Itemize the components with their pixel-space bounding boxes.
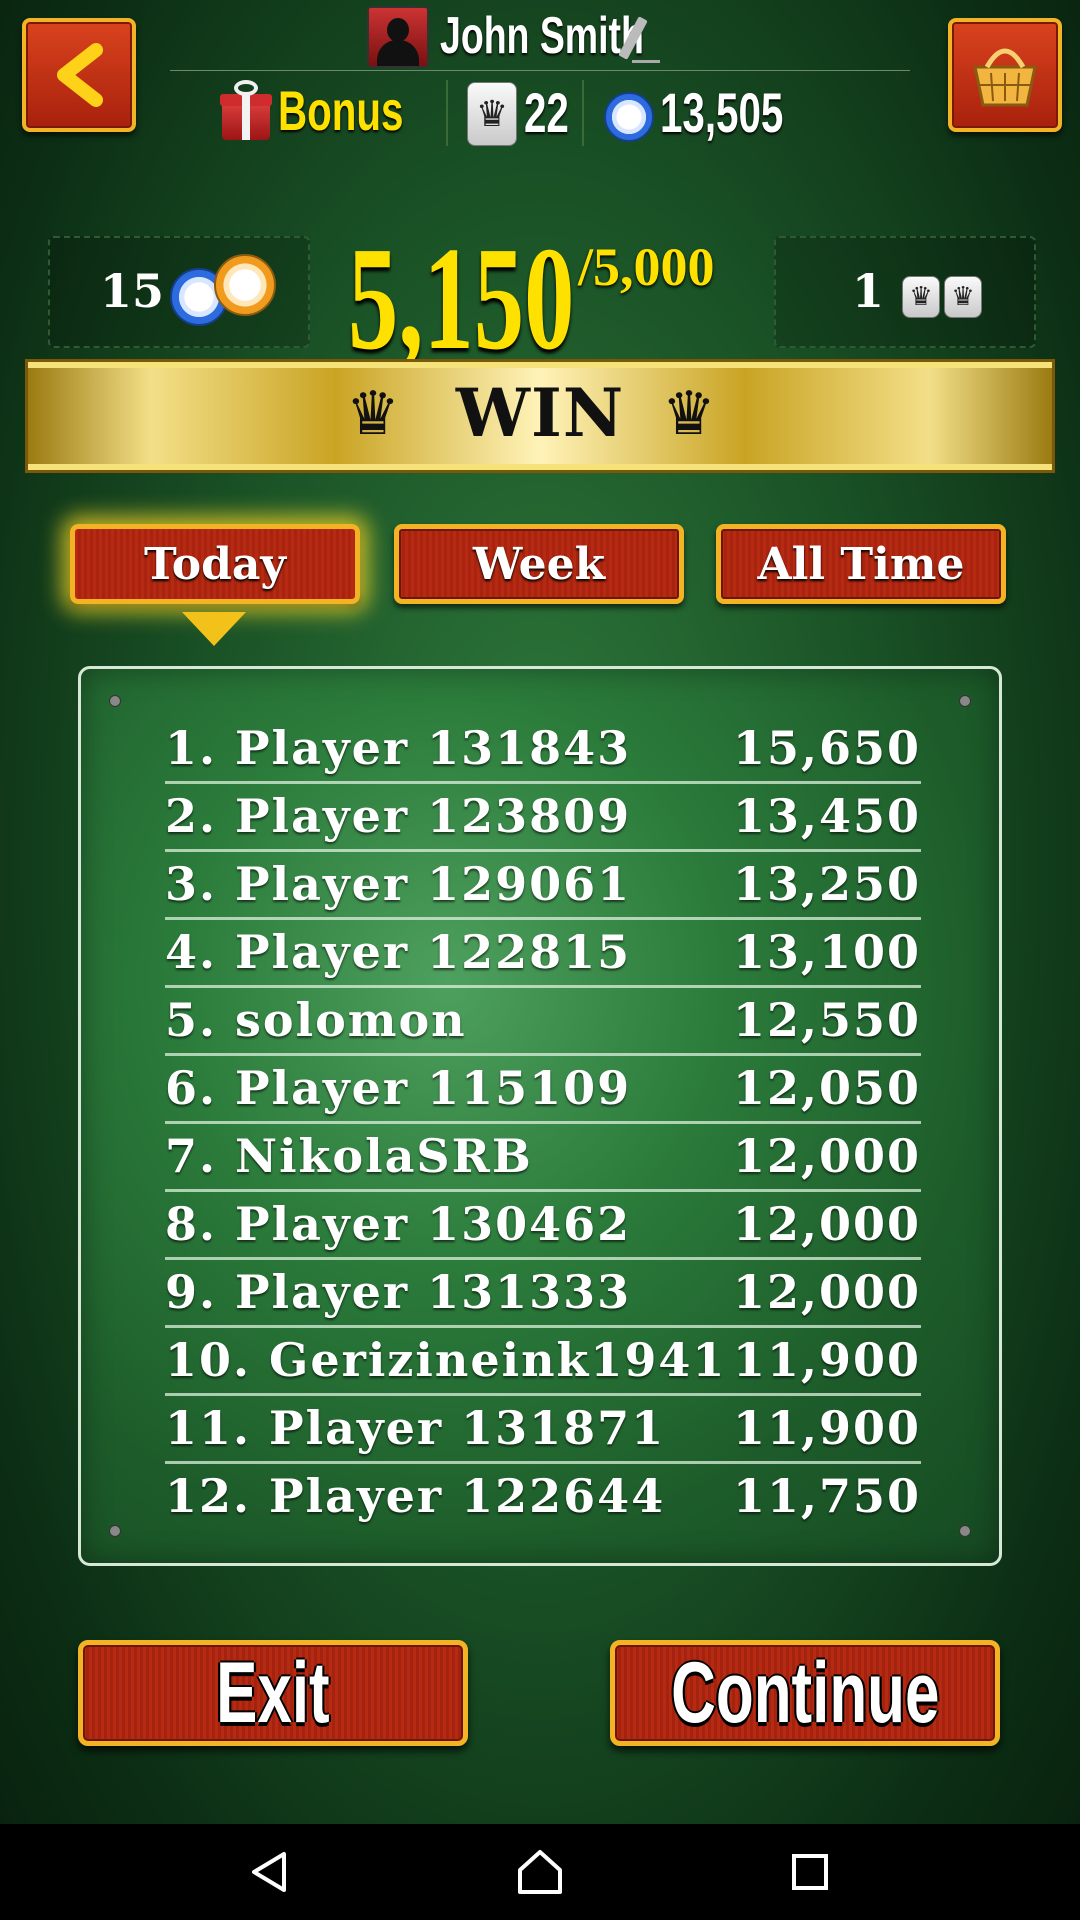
wins-box: 1 ♛ ♛ (774, 236, 1036, 348)
player-score: 15,650 (732, 721, 921, 775)
crown-icon: ♛ (662, 379, 716, 449)
back-button[interactable] (22, 18, 136, 132)
player-score: 11,900 (732, 1333, 921, 1387)
leaderboard-row: 1. Player 131843 15,650 (165, 713, 921, 784)
player-score: 13,100 (732, 925, 921, 979)
poker-chip-icon (604, 92, 654, 142)
nav-home-button[interactable] (480, 1824, 600, 1920)
leaderboard-row: 10. Gerizineink1941 11,900 (165, 1325, 921, 1396)
player-score: 11,900 (732, 1401, 921, 1455)
active-tab-pointer (182, 612, 246, 646)
leaderboard-row: 5. solomon 12,550 (165, 985, 921, 1056)
exit-button[interactable]: Exit (78, 1640, 468, 1746)
player-name: 10. Gerizineink1941 (165, 1333, 727, 1387)
player-name: 2. Player 123809 (165, 789, 632, 843)
player-score: 12,000 (732, 1129, 921, 1183)
leaderboard-row: 6. Player 115109 12,050 (165, 1053, 921, 1124)
player-name: 5. solomon (165, 993, 467, 1047)
player-name: 11. Player 131871 (165, 1401, 666, 1455)
nav-back-button[interactable] (210, 1824, 330, 1920)
gift-icon (220, 80, 272, 140)
leaderboard-row: 11. Player 131871 11,900 (165, 1393, 921, 1464)
home-icon (518, 1850, 562, 1894)
leaderboard-row: 8. Player 130462 12,000 (165, 1189, 921, 1260)
exit-label: Exit (216, 1644, 330, 1741)
tab-week[interactable]: Week (394, 524, 684, 604)
player-name: 3. Player 129061 (165, 857, 632, 911)
leaderboard-row: 12. Player 122644 11,750 (165, 1461, 921, 1529)
tab-all-time[interactable]: All Time (716, 524, 1006, 604)
win-text: WIN (455, 374, 625, 452)
queen-crown-icon: ♛ (902, 276, 940, 318)
poker-chip-icon (214, 254, 276, 316)
square-recents-icon (792, 1854, 828, 1890)
leaderboard-row: 4. Player 122815 13,100 (165, 917, 921, 988)
chips-won-box: 15 (48, 236, 310, 348)
nav-recents-button[interactable] (750, 1824, 870, 1920)
screw-icon (959, 1525, 971, 1537)
player-score: 13,450 (732, 789, 921, 843)
player-name: 12. Player 122644 (165, 1469, 666, 1523)
leaderboard-row: 3. Player 129061 13,250 (165, 849, 921, 920)
target-score: /5,000 (578, 237, 715, 297)
chips-balance: 13,505 (660, 81, 784, 144)
queen-crown-icon: ♛ (944, 276, 982, 318)
avatar[interactable] (367, 6, 429, 68)
username: John Smith (440, 7, 644, 65)
player-name: 4. Player 122815 (165, 925, 632, 979)
tab-today[interactable]: Today (70, 524, 360, 604)
screw-icon (959, 695, 971, 707)
player-name: 1. Player 131843 (165, 721, 632, 775)
player-name: 9. Player 131333 (165, 1265, 632, 1319)
leaderboard-panel[interactable]: 1. Player 131843 15,650 2. Player 123809 1… (78, 666, 1002, 1566)
queens-count: 22 (524, 81, 569, 144)
win-banner: ♛ WIN ♛ (28, 362, 1052, 470)
player-score: 13,250 (732, 857, 921, 911)
player-name: 8. Player 130462 (165, 1197, 632, 1251)
chips-won-count: 15 (100, 264, 165, 318)
leaderboard-row: 2. Player 123809 13,450 (165, 781, 921, 852)
bonus-label: Bonus (278, 79, 404, 142)
player-score: 12,050 (732, 1061, 921, 1115)
shop-button[interactable] (948, 18, 1062, 132)
continue-label: Continue (670, 1644, 940, 1741)
header-divider (170, 70, 910, 71)
player-score: 12,000 (732, 1265, 921, 1319)
triangle-back-icon (252, 1852, 286, 1892)
player-score: 11,750 (732, 1469, 921, 1523)
stat-divider (582, 80, 584, 146)
player-name: 6. Player 115109 (165, 1061, 632, 1115)
wins-count: 1 (852, 264, 885, 318)
player-score: 12,550 (732, 993, 921, 1047)
system-nav-bar (0, 1824, 1080, 1920)
current-score: 5,150 (348, 217, 575, 381)
continue-button[interactable]: Continue (610, 1640, 1000, 1746)
screw-icon (109, 695, 121, 707)
stat-divider (446, 80, 448, 146)
queen-crown-icon: ♛ (467, 82, 517, 146)
player-name: 7. NikolaSRB (165, 1129, 533, 1183)
basket-icon (973, 48, 1037, 107)
leaderboard-row: 7. NikolaSRB 12,000 (165, 1121, 921, 1192)
player-score: 12,000 (732, 1197, 921, 1251)
leaderboard-row: 9. Player 131333 12,000 (165, 1257, 921, 1328)
screw-icon (109, 1525, 121, 1537)
chevron-left-icon (57, 43, 103, 107)
